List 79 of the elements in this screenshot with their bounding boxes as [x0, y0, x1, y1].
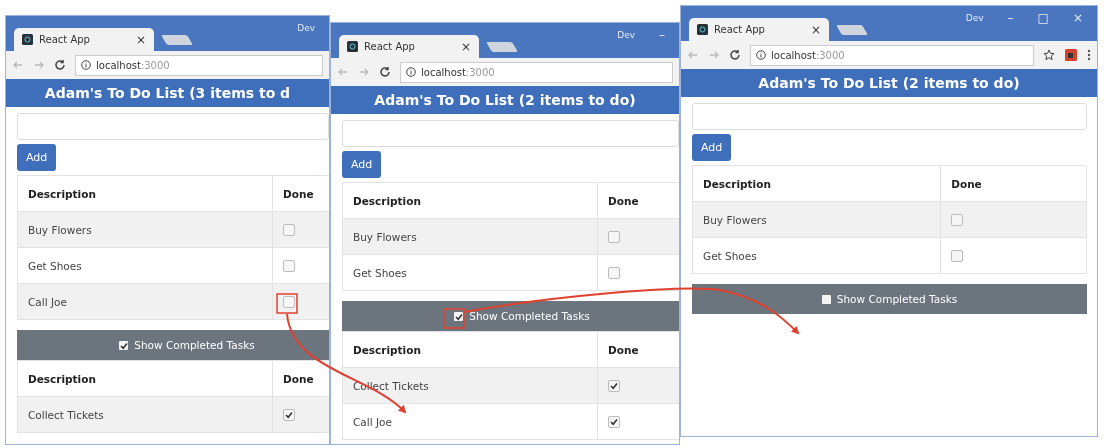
forward-icon[interactable] [358, 66, 370, 78]
back-icon[interactable] [12, 59, 24, 71]
task-description: Get Shoes [17, 247, 273, 284]
close-tab-button[interactable]: × [810, 22, 821, 37]
task-input-field[interactable] [17, 113, 329, 140]
checkbox[interactable] [821, 294, 831, 304]
page-heading: Adam's To Do List (2 items to do) [681, 69, 1097, 97]
info-icon [756, 50, 766, 60]
column-header: Description [692, 165, 941, 202]
highlight-box [443, 308, 465, 329]
task-description: Get Shoes [692, 237, 941, 274]
column-header: Description [342, 331, 598, 368]
back-icon[interactable] [687, 49, 699, 61]
task-description: Collect Tickets [17, 396, 273, 433]
back-icon[interactable] [337, 66, 349, 78]
app-icon [347, 41, 358, 52]
profile-label: Dev [297, 23, 315, 33]
page-heading: Adam's To Do List (3 items to d [6, 79, 329, 107]
checkbox[interactable] [283, 296, 295, 308]
column-header: Description [17, 360, 273, 397]
task-description: Buy Flowers [342, 218, 598, 255]
address-bar[interactable]: localhost:3000 [400, 61, 673, 83]
close-tab-button[interactable]: × [460, 39, 471, 54]
extension-icon[interactable] [1065, 49, 1077, 61]
task-description: Buy Flowers [17, 211, 273, 248]
checkbox[interactable] [283, 260, 295, 272]
column-header: Done [940, 165, 1087, 202]
checkbox[interactable] [119, 340, 129, 350]
add-button[interactable]: Add [17, 144, 57, 171]
checkbox[interactable] [454, 311, 464, 321]
highlight-box [276, 293, 298, 314]
browser-tab[interactable]: React App × [14, 28, 154, 51]
browser-tab[interactable]: React App × [339, 35, 479, 58]
forward-icon[interactable] [33, 59, 45, 71]
page-heading: Adam's To Do List (2 items to do) [331, 86, 679, 114]
add-button[interactable]: Add [342, 151, 382, 178]
task-description: Get Shoes [342, 254, 598, 291]
app-icon [22, 34, 33, 45]
checkbox[interactable] [608, 380, 620, 392]
profile-label: Dev [617, 30, 635, 40]
show-completed-toggle[interactable]: Show Completed Tasks [17, 330, 329, 360]
checkbox[interactable] [608, 416, 620, 428]
profile-label: Dev [965, 13, 984, 23]
new-tab-button[interactable] [161, 35, 193, 45]
address-bar[interactable]: localhost:3000 [75, 54, 323, 76]
column-header: Description [17, 175, 273, 212]
browser-tab[interactable]: React App × [689, 18, 829, 41]
checkbox[interactable] [608, 231, 620, 243]
address-bar[interactable]: localhost:3000 [750, 44, 1034, 66]
task-description: Call Joe [17, 283, 273, 320]
window-control[interactable]: – [659, 30, 665, 40]
star-icon[interactable] [1043, 49, 1055, 61]
task-input-field[interactable] [342, 120, 679, 147]
new-tab-button[interactable] [836, 25, 868, 35]
checkbox[interactable] [951, 214, 964, 226]
checkbox[interactable] [283, 224, 295, 236]
window-control[interactable]: □ [1037, 13, 1049, 23]
menu-icon[interactable] [1087, 49, 1091, 61]
reload-icon[interactable] [54, 59, 66, 71]
reload-icon[interactable] [379, 66, 391, 78]
task-input-field[interactable] [692, 103, 1087, 130]
add-button[interactable]: Add [692, 134, 732, 161]
show-completed-toggle[interactable]: Show Completed Tasks [342, 301, 679, 331]
column-header: Description [342, 182, 598, 219]
task-description: Buy Flowers [692, 201, 941, 238]
forward-icon[interactable] [708, 49, 720, 61]
checkbox[interactable] [608, 267, 620, 279]
show-completed-toggle[interactable]: Show Completed Tasks [692, 284, 1087, 314]
info-icon [81, 60, 91, 70]
reload-icon[interactable] [729, 49, 741, 61]
checkbox[interactable] [283, 409, 295, 421]
new-tab-button[interactable] [486, 42, 518, 52]
task-description: Call Joe [342, 403, 598, 440]
app-icon [697, 24, 708, 35]
window-control[interactable]: – [1007, 13, 1014, 23]
info-icon [406, 67, 416, 77]
close-tab-button[interactable]: × [135, 32, 146, 47]
window-control[interactable]: × [1072, 13, 1083, 23]
checkbox[interactable] [951, 250, 964, 262]
